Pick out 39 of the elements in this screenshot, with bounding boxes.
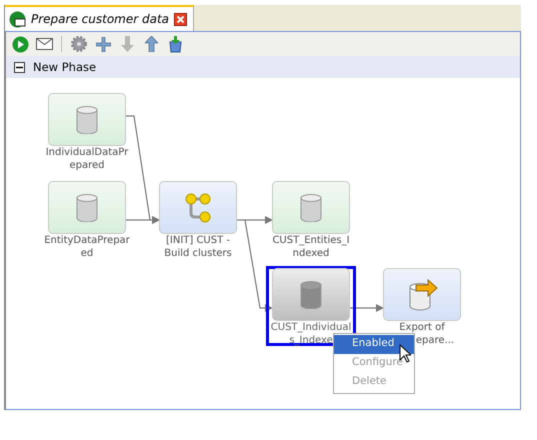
toolbar-button[interactable]	[34, 35, 54, 53]
node-label: epared	[69, 159, 105, 172]
plus-icon	[96, 36, 110, 52]
node-label: epare...	[416, 334, 454, 347]
process-icon	[9, 10, 26, 28]
menu-item[interactable]: Enabled	[334, 335, 414, 354]
database-icon	[76, 194, 98, 222]
node-label: IndividualDataPr	[46, 146, 128, 159]
node-label: CUST_Individual	[270, 321, 352, 334]
cluster-icon	[185, 192, 211, 222]
database-icon	[76, 106, 98, 134]
down-arrow-icon	[120, 36, 134, 52]
node-label: CUST_Entities_I	[272, 234, 350, 247]
process-node[interactable]	[159, 181, 237, 234]
process-node[interactable]	[383, 268, 461, 321]
node-label: ndexed	[292, 247, 330, 260]
phase-title: New Phase	[33, 60, 96, 74]
gear-icon	[71, 36, 87, 52]
database-icon	[300, 194, 322, 222]
process-node[interactable]	[272, 181, 350, 234]
node-label: [INIT] CUST -	[166, 234, 230, 247]
editor-tab[interactable]: Prepare customer data	[5, 5, 194, 31]
envelope-icon	[36, 38, 52, 50]
close-icon[interactable]	[174, 12, 188, 26]
process-node[interactable]	[48, 181, 126, 234]
collapse-toggle[interactable]	[14, 62, 25, 72]
node-label: ed	[80, 247, 94, 260]
up-arrow-icon	[144, 36, 158, 52]
node-label: Export of	[399, 321, 445, 334]
node-label: Build clusters	[164, 247, 232, 260]
connector-arrow	[350, 304, 384, 312]
toolbar-button[interactable]	[10, 35, 30, 53]
bin-arrow-icon	[168, 36, 182, 52]
toolbar-button[interactable]	[93, 35, 113, 53]
play-icon	[12, 36, 28, 52]
tab-title: Prepare customer data	[31, 12, 170, 26]
process-node[interactable]	[48, 93, 126, 146]
database-icon	[300, 280, 322, 308]
node-label: EntityDataPrepar	[44, 234, 130, 247]
